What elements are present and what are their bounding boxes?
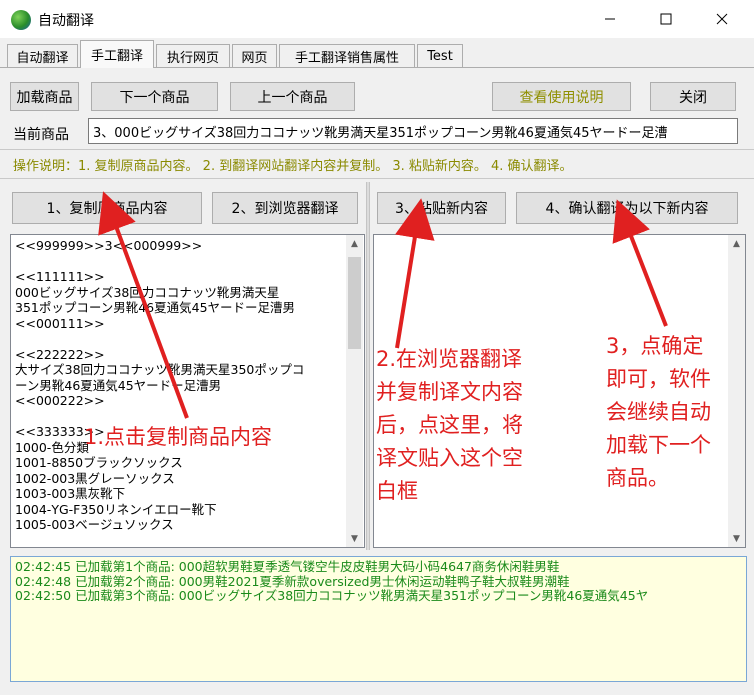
arrow-to-copy-button	[98, 191, 189, 419]
annotation-step3: 3，点确定 即可，软件 会继续自动 加载下一个 商品。	[606, 334, 711, 490]
arrow-to-confirm-button	[612, 199, 668, 327]
annotation-step2: 2.在浏览器翻译 并复制译文内容 后，点这里，将 译文贴入这个空 白框	[376, 347, 523, 503]
tab-manual-translate[interactable]: 手工翻译	[80, 40, 154, 68]
arrow-to-paste-button	[395, 198, 435, 349]
annotation-step1: 1.点击复制商品内容	[84, 425, 273, 449]
